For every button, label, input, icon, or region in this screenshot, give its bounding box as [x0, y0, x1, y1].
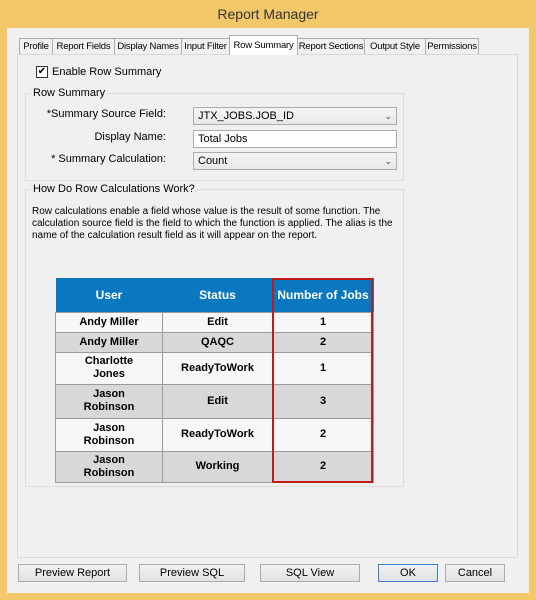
tab-bar: Profile Report Fields Display Names Input F… — [19, 35, 489, 55]
ok-button[interactable]: OK — [378, 564, 438, 582]
table-cell: Andy Miller — [55, 331, 163, 353]
tab-output-style[interactable]: Output Style — [364, 38, 426, 55]
column-header: User — [55, 278, 163, 312]
summary-source-field-select[interactable]: JTX_JOBS.JOB_ID ⌄ — [193, 107, 397, 125]
summary-calculation-label: * Summary Calculation: — [51, 153, 166, 165]
table-cell: Jason Robinson — [55, 383, 163, 419]
tab-report-sections[interactable]: Report Sections — [297, 38, 365, 55]
tab-panel-row-summary: ✔ Enable Row Summary Row Summary *Summar… — [17, 54, 518, 558]
tab-report-fields[interactable]: Report Fields — [52, 38, 115, 55]
window-title: Report Manager — [217, 6, 319, 22]
table-cell: ReadyToWork — [162, 351, 273, 385]
table-cell: QAQC — [162, 331, 273, 353]
table-cell: Edit — [162, 311, 273, 333]
row-summary-group-title: Row Summary — [31, 87, 108, 99]
display-name-label: Display Name: — [94, 131, 166, 143]
table-cell: Working — [162, 450, 273, 483]
enable-row-summary-label: Enable Row Summary — [52, 66, 162, 78]
chevron-down-icon: ⌄ — [384, 156, 392, 166]
table-cell: ReadyToWork — [162, 417, 273, 452]
help-group-title: How Do Row Calculations Work? — [31, 183, 197, 195]
source-field-label: *Summary Source Field: — [46, 108, 166, 120]
display-name-input[interactable]: Total Jobs — [193, 130, 397, 148]
table-cell: Edit — [162, 383, 273, 419]
column-header: Status — [162, 278, 273, 312]
table-cell: Jason Robinson — [55, 417, 163, 452]
enable-row-summary-checkbox[interactable]: ✔ — [36, 66, 48, 78]
table-cell: Jason Robinson — [55, 450, 163, 483]
chevron-down-icon: ⌄ — [384, 111, 392, 121]
preview-report-button[interactable]: Preview Report — [18, 564, 127, 582]
tab-input-filter[interactable]: Input Filter — [181, 38, 230, 55]
sql-view-button[interactable]: SQL View — [260, 564, 360, 582]
tab-row-summary[interactable]: Row Summary — [229, 35, 298, 55]
highlight-box — [272, 278, 373, 483]
tab-display-names[interactable]: Display Names — [114, 38, 182, 55]
help-group: How Do Row Calculations Work? Row calcul… — [25, 183, 404, 487]
summary-calculation-select[interactable]: Count ⌄ — [193, 152, 397, 170]
checkmark-icon: ✔ — [37, 66, 47, 77]
source-field-value: JTX_JOBS.JOB_ID — [198, 110, 294, 122]
tab-permissions[interactable]: Permissions — [425, 38, 479, 55]
tab-profile[interactable]: Profile — [19, 38, 53, 55]
help-text: Row calculations enable a field whose va… — [32, 206, 393, 241]
table-cell: Andy Miller — [55, 311, 163, 333]
table-cell: Charlotte Jones — [55, 351, 163, 385]
cancel-button[interactable]: Cancel — [445, 564, 505, 582]
row-summary-group: Row Summary *Summary Source Field: JTX_J… — [25, 87, 404, 181]
dialog-body: Profile Report Fields Display Names Input F… — [7, 28, 529, 593]
calc-value: Count — [198, 155, 228, 167]
preview-sql-button[interactable]: Preview SQL — [139, 564, 245, 582]
